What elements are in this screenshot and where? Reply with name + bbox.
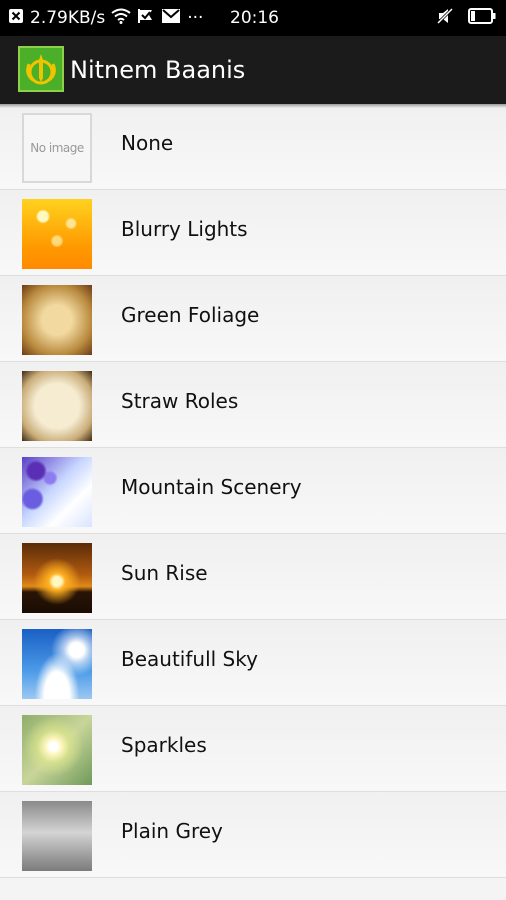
clock: 20:16 xyxy=(230,8,279,28)
list-item-mountain-scenery[interactable]: Mountain Scenery xyxy=(0,448,506,534)
list-item-beautifull-sky[interactable]: Beautifull Sky xyxy=(0,620,506,706)
network-speed: 2.79KB/s xyxy=(30,8,106,28)
list-item-label: Blurry Lights xyxy=(121,217,248,241)
list-item-blurry-lights[interactable]: Blurry Lights xyxy=(0,190,506,276)
list-item-label: Straw Roles xyxy=(121,389,239,413)
background-list: No image None Blurry Lights Green Foliag… xyxy=(0,104,506,878)
list-item-plain-grey[interactable]: Plain Grey xyxy=(0,792,506,878)
list-item-label: Beautifull Sky xyxy=(121,647,258,671)
plain-grey-thumbnail xyxy=(22,801,92,871)
check-flag-icon xyxy=(137,7,155,30)
notification-x-icon xyxy=(8,8,24,29)
no-image-text: No image xyxy=(30,141,84,155)
straw-roles-thumbnail xyxy=(22,371,92,441)
no-image-icon: No image xyxy=(22,113,92,183)
list-item-label: Sparkles xyxy=(121,733,207,757)
list-item-label: None xyxy=(121,131,174,155)
khanda-logo-icon[interactable] xyxy=(18,46,64,92)
status-bar: 2.79KB/s ··· 20:16 xyxy=(0,0,506,36)
sun-rise-thumbnail xyxy=(22,543,92,613)
list-item-label: Mountain Scenery xyxy=(121,475,302,499)
list-item-none[interactable]: No image None xyxy=(0,104,506,190)
sparkles-thumbnail xyxy=(22,715,92,785)
mountain-scenery-thumbnail xyxy=(22,457,92,527)
beautifull-sky-thumbnail xyxy=(22,629,92,699)
list-item-label: Green Foliage xyxy=(121,303,260,327)
list-item-straw-roles[interactable]: Straw Roles xyxy=(0,362,506,448)
battery-icon xyxy=(468,8,496,28)
blurry-lights-thumbnail xyxy=(22,199,92,269)
list-item-label: Plain Grey xyxy=(121,819,223,843)
list-item-green-foliage[interactable]: Green Foliage xyxy=(0,276,506,362)
list-item-sparkles[interactable]: Sparkles xyxy=(0,706,506,792)
list-item-label: Sun Rise xyxy=(121,561,208,585)
more-notifications: ··· xyxy=(187,8,204,28)
app-bar: Nitnem Baanis xyxy=(0,36,506,104)
list-item-sun-rise[interactable]: Sun Rise xyxy=(0,534,506,620)
mute-icon xyxy=(436,7,454,29)
app-title: Nitnem Baanis xyxy=(70,56,246,84)
mail-icon xyxy=(161,8,181,29)
green-foliage-thumbnail xyxy=(22,285,92,355)
wifi-icon xyxy=(111,8,131,29)
app-bar-shadow xyxy=(0,104,506,108)
